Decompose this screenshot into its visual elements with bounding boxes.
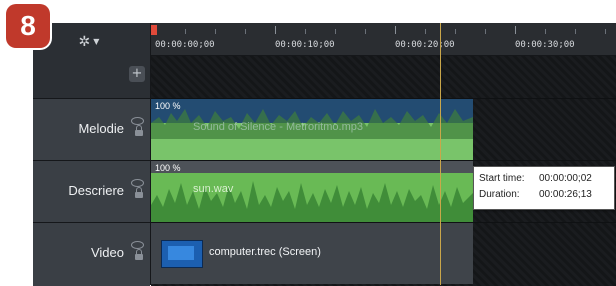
tooltip-duration-value: 00:00:26;13 bbox=[539, 189, 592, 200]
chevron-down-icon: ▼ bbox=[93, 37, 100, 46]
tooltip-start-label: Start time: bbox=[479, 173, 525, 184]
tooltip-start-row: Start time: 00:00:00;02 bbox=[479, 173, 592, 184]
gear-icon: ✲ bbox=[78, 34, 91, 50]
ruler-tick bbox=[305, 29, 306, 34]
clip-filename: Sound of Silence - Metroritmo.mp3 bbox=[193, 121, 363, 133]
ruler-tick bbox=[575, 29, 576, 34]
track-name: Video bbox=[90, 245, 124, 260]
ruler-tick bbox=[365, 29, 366, 34]
lock-icon[interactable] bbox=[135, 249, 143, 260]
tooltip-duration-row: Duration: 00:00:26;13 bbox=[479, 189, 592, 200]
ruler-tick bbox=[425, 29, 426, 34]
ruler-tick bbox=[185, 29, 186, 34]
video-clip[interactable]: computer.trec (Screen) bbox=[151, 223, 473, 284]
ruler-tick bbox=[335, 29, 336, 34]
ruler-tick bbox=[485, 29, 486, 34]
time-ruler[interactable]: 00:00:00;00 00:00:10;00 00:00:20;00 00:0… bbox=[151, 23, 616, 56]
step-number-badge: 8 bbox=[6, 4, 50, 48]
ruler-tick-label: 00:00:10;00 bbox=[275, 40, 335, 50]
ruler-tick-label: 00:00:00;00 bbox=[155, 40, 215, 50]
ruler-tick bbox=[395, 26, 396, 34]
track-header-melodie[interactable]: Melodie bbox=[33, 98, 150, 160]
ruler-tick-label: 00:00:20;00 bbox=[395, 40, 455, 50]
ruler-tick bbox=[455, 29, 456, 34]
eye-icon[interactable] bbox=[131, 241, 144, 249]
ruler-tick-label: 00:00:30;00 bbox=[515, 40, 575, 50]
timeline-settings-button[interactable]: ✲ ▼ bbox=[71, 32, 107, 52]
track-header-video[interactable]: Video bbox=[33, 222, 150, 286]
track-header-panel: ✲ ▼ + Melodie Descriere Video bbox=[33, 23, 151, 286]
tooltip-start-value: 00:00:00;02 bbox=[539, 173, 592, 184]
video-thumbnail bbox=[161, 240, 203, 268]
clip-filename: computer.trec (Screen) bbox=[209, 246, 321, 258]
lock-icon[interactable] bbox=[135, 187, 143, 198]
lock-icon[interactable] bbox=[135, 125, 143, 136]
ruler-tick bbox=[215, 29, 216, 34]
eye-icon[interactable] bbox=[131, 117, 144, 125]
track-header-descriere[interactable]: Descriere bbox=[33, 160, 150, 222]
ruler-tick bbox=[605, 29, 606, 34]
timeline-track-video: computer.trec (Screen) bbox=[151, 222, 616, 286]
plus-icon: + bbox=[131, 66, 143, 81]
playhead-handle[interactable] bbox=[151, 25, 157, 35]
ruler-tick bbox=[515, 26, 516, 34]
add-track-button[interactable]: + bbox=[129, 66, 145, 82]
ruler-tick bbox=[245, 29, 246, 34]
track-name: Descriere bbox=[68, 183, 124, 198]
timeline-track-melodie: 100 % Sound of Silence - Metroritmo.mp3 bbox=[151, 98, 616, 160]
tooltip-duration-label: Duration: bbox=[479, 189, 520, 200]
audio-clip-descriere[interactable]: 100 % sun.wav bbox=[151, 161, 473, 222]
track-name: Melodie bbox=[78, 121, 124, 136]
clip-volume-percent: 100 % bbox=[155, 163, 181, 173]
empty-track-row bbox=[151, 56, 616, 98]
clip-volume-percent: 100 % bbox=[155, 101, 181, 111]
clip-end-marker bbox=[440, 23, 441, 285]
ruler-tick bbox=[275, 26, 276, 34]
clip-time-tooltip: Start time: 00:00:00;02 Duration: 00:00:26… bbox=[473, 166, 615, 210]
audio-clip-melodie[interactable]: 100 % Sound of Silence - Metroritmo.mp3 bbox=[151, 99, 473, 160]
clip-filename: sun.wav bbox=[193, 183, 234, 195]
camtasia-timeline: ✲ ▼ + Melodie Descriere Video 00:00:00;0… bbox=[33, 23, 616, 286]
eye-icon[interactable] bbox=[131, 179, 144, 187]
ruler-tick bbox=[545, 29, 546, 34]
